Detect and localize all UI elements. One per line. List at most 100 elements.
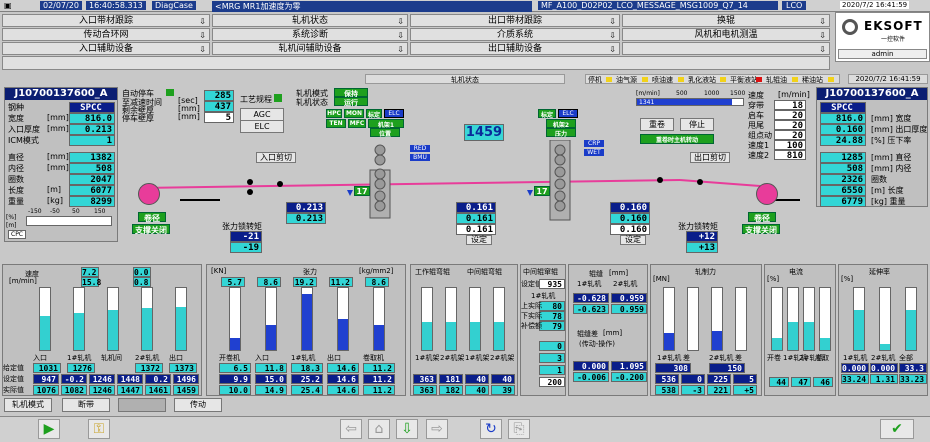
top-message: <MRG MR1加速度为零 [212, 1, 532, 12]
entry-unit: [kg] [47, 196, 63, 205]
exit-cut-button[interactable]: 出口剪切 [690, 152, 730, 163]
tab-blank[interactable] [118, 398, 166, 412]
entry-cut-button[interactable]: 入口剪切 [256, 152, 296, 163]
entry-coil-id: J10700137600_A [5, 88, 117, 100]
entry-label: ICM模式 [8, 136, 39, 145]
force-gauge [687, 287, 699, 351]
roll-label: 1#机架 [465, 354, 490, 362]
force-gauge [663, 287, 675, 351]
copy-icon[interactable]: ⎘ [508, 419, 530, 439]
gap-h: 1#轧机 [577, 280, 602, 288]
speed-sp-value[interactable]: 20 [774, 130, 806, 141]
elong-gauge [879, 287, 891, 351]
thk-exit-set[interactable]: 设定 [620, 235, 646, 245]
mid-r2: 200 [539, 377, 565, 387]
speed-gauge [107, 287, 119, 351]
down-arrow-icon[interactable]: ⇩ [396, 419, 418, 439]
speed-r3: 1082 [61, 385, 87, 395]
thk-mid-3[interactable]: 0.161 [456, 224, 496, 235]
mid-rl: 补偿额 [521, 322, 542, 330]
current-val: 46 [813, 377, 833, 387]
rewind-button[interactable]: 重卷 [640, 118, 674, 131]
speed-r3: 1447 [117, 385, 143, 395]
exit-label: [%] 压下率 [871, 136, 912, 145]
top-mode: DiagCase [152, 1, 196, 10]
right-arrow-icon[interactable]: ⇨ [426, 419, 448, 439]
tab-drive[interactable]: 传动 [174, 398, 222, 412]
confirm-icon[interactable]: ✔ [880, 419, 914, 439]
speed-gauge [141, 287, 153, 351]
arrow-down-icon: ⇩ [397, 45, 404, 54]
tension-label: 开卷机 [219, 354, 240, 362]
entry-value: 6077 [69, 185, 115, 196]
play-icon[interactable]: ▶ [38, 419, 60, 439]
force-r3: -3 [681, 385, 705, 395]
force-r3: 538 [655, 385, 679, 395]
speed-r2: 1246 [89, 374, 115, 384]
menu-entry-aux[interactable]: 入口辅助设备 ⇩ [2, 42, 210, 55]
menu-drive-network[interactable]: 传动合环网 ⇩ [2, 28, 210, 41]
current-gauge [787, 287, 799, 351]
force-panel: 轧制力 [MN] 1#轧机差 2#轧机差 308 150 536 0 225 5 538 -3 221 +… [650, 264, 762, 396]
elc-button[interactable]: ELC [240, 120, 284, 133]
gap-unit: [mm] [609, 269, 629, 277]
speed-gauge [39, 287, 51, 351]
elong-r1: 33.3 [899, 363, 927, 373]
exit-value: 6550 [820, 185, 866, 196]
speed-top: 15.8 [81, 277, 102, 287]
key-icon[interactable]: ⚿ [88, 419, 110, 439]
menu-fan-temp[interactable]: 风机和电机测温 ⇩ [622, 28, 830, 41]
tension-unit: [kg/mm2] [359, 267, 394, 275]
speed-sp-value[interactable]: 20 [774, 110, 806, 121]
tension-gauge [373, 287, 385, 351]
tab-mill-mode[interactable]: 轧机模式 [4, 398, 52, 412]
menu-diagnostics[interactable]: 系统诊断 ⇩ [212, 28, 408, 41]
exit-label: [mm] 内径 [871, 164, 912, 173]
menu-media[interactable]: 介质系统 ⇩ [410, 28, 620, 41]
menu-inter-mill-aux[interactable]: 轧机间辅助设备 ⇩ [212, 42, 408, 55]
tension-kn: [KN] [211, 267, 227, 275]
proc-led [274, 94, 282, 102]
speed-sp-value[interactable]: 20 [774, 120, 806, 131]
mid-setv: 935 [539, 279, 565, 289]
menu-roll-change[interactable]: 换辊 ⇩ [622, 14, 830, 27]
mon-tag: MON [344, 109, 364, 118]
speed-sp-value[interactable]: 18 [774, 100, 806, 111]
menu-empty[interactable]: ⇩ [622, 42, 830, 55]
thk-exit-3[interactable]: 0.160 [610, 224, 650, 235]
elong-r1: 0.000 [841, 363, 869, 373]
tension-top: 8.6 [257, 277, 281, 287]
roll-r1: 181 [439, 374, 463, 384]
home-icon[interactable]: ⌂ [368, 419, 390, 439]
force-r2: 536 [655, 374, 679, 384]
menu-spacer-row [2, 56, 830, 70]
current-gauge [803, 287, 815, 351]
tab-strip-break[interactable]: 断带 [62, 398, 110, 412]
thk-mid-set[interactable]: 设定 [466, 235, 492, 245]
menu-entry-tracking[interactable]: 入口带材跟踪 ⇩ [2, 14, 210, 27]
red-tag: RED [410, 145, 430, 152]
force-unit: [MN] [653, 275, 670, 283]
mid-rl: 上实际 [521, 302, 542, 310]
roll-label: 2#机架 [440, 354, 465, 362]
refresh-icon[interactable]: ↻ [480, 419, 502, 439]
entry-value: 508 [69, 163, 115, 174]
menu-mill-status[interactable]: 轧机状态 ⇩ [212, 14, 408, 27]
speed-label: 2#轧机 [135, 354, 160, 362]
entry-value: SPCC [69, 102, 115, 113]
current-gauge [771, 287, 783, 351]
menu-exit-tracking[interactable]: 出口带材跟踪 ⇩ [410, 14, 620, 27]
speed-label: 1#轧机 [67, 354, 92, 362]
coil-support-tag: 支撑关闭 [742, 224, 780, 235]
stop-thk-value[interactable]: 5 [204, 112, 234, 123]
stop-button[interactable]: 停止 [680, 118, 714, 131]
uncoil-dia-tag: 卷径 [138, 212, 166, 223]
company-logo: EKSOFT 一控软件 admin [835, 12, 930, 62]
tension-gauge [229, 287, 241, 351]
current-unit: [%] [767, 275, 780, 283]
left-arrow-icon[interactable]: ⇦ [340, 419, 362, 439]
menu-exit-aux[interactable]: 出口辅助设备 ⇩ [410, 42, 620, 55]
exit-label: 圈数 [871, 175, 887, 184]
gap-r1: 0.959 [611, 293, 647, 303]
mid-r1: 80 [539, 301, 565, 311]
